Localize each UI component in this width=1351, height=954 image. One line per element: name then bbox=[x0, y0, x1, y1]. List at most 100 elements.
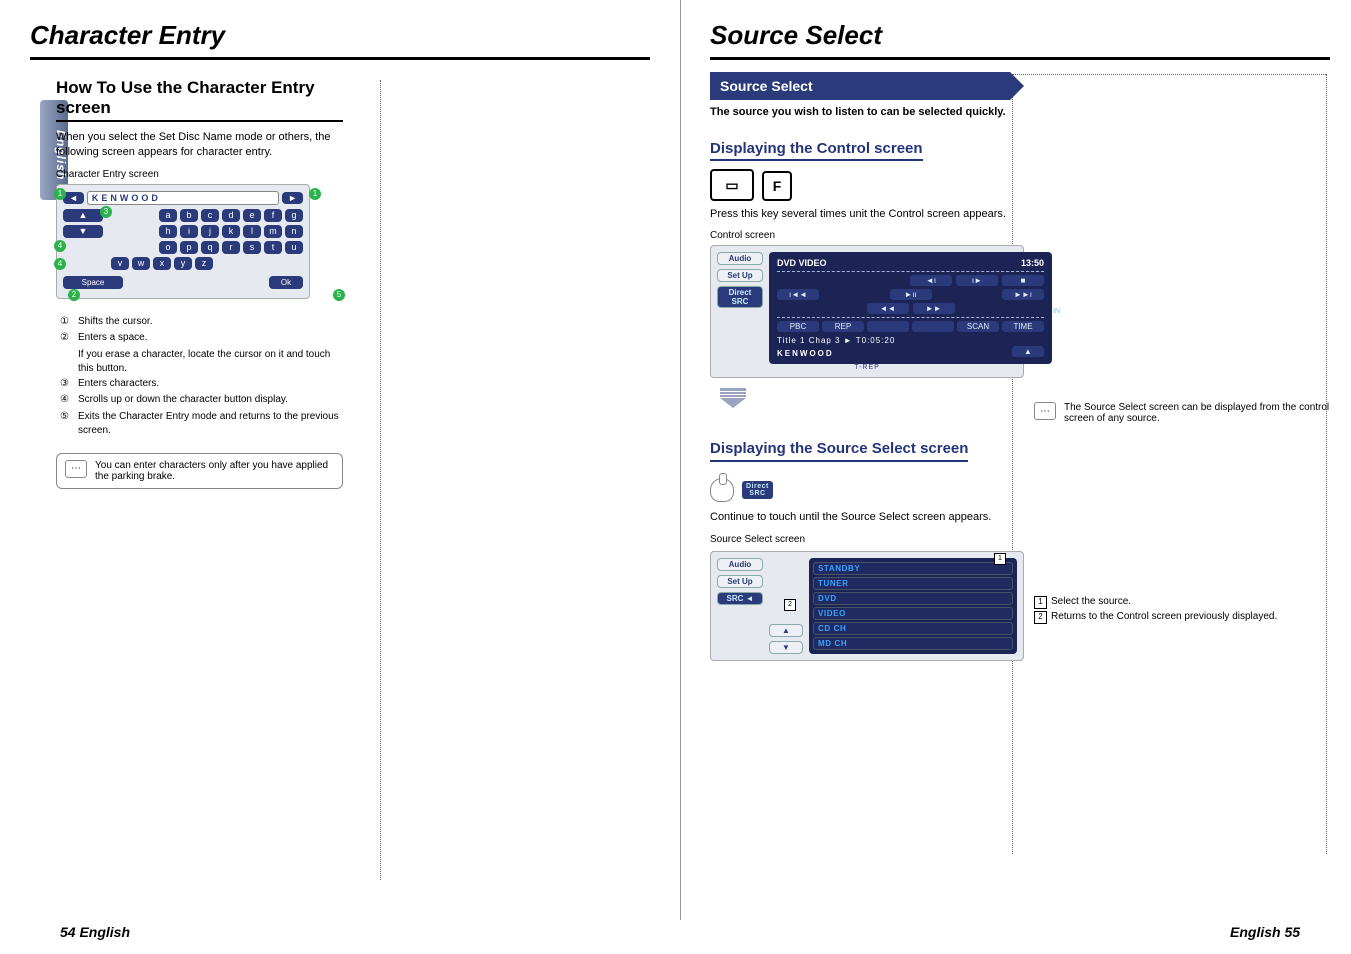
column-divider bbox=[380, 80, 381, 880]
legend-num: ④ bbox=[60, 393, 74, 408]
mode-chip[interactable]: PBC bbox=[777, 321, 819, 332]
title-rule bbox=[710, 57, 1330, 60]
ss-side-setup[interactable]: Set Up bbox=[717, 575, 763, 588]
mode-chip[interactable] bbox=[867, 321, 909, 332]
control-screen-figure: Audio Set Up Direct SRC DVD VIDEO 13:50 … bbox=[710, 245, 1024, 378]
char-key[interactable]: d bbox=[222, 209, 240, 222]
callout-badge-1: 1 bbox=[54, 188, 66, 200]
char-key[interactable]: l bbox=[243, 225, 261, 238]
char-key[interactable]: x bbox=[153, 257, 171, 270]
callout-badge-4: 4 bbox=[54, 240, 66, 252]
cursor-right-button[interactable]: ► bbox=[282, 192, 303, 204]
space-button[interactable]: Space bbox=[63, 276, 123, 289]
nav-down-button[interactable]: ▼ bbox=[769, 641, 803, 654]
direct-src-chip[interactable]: Direct SRC bbox=[742, 481, 773, 499]
ctrl-header-left: DVD VIDEO bbox=[777, 258, 827, 268]
source-item[interactable]: CD CH bbox=[813, 622, 1013, 635]
cursor-left-button[interactable]: ◄ bbox=[63, 192, 84, 204]
legend-num: ⑤ bbox=[60, 410, 74, 439]
char-key[interactable]: v bbox=[111, 257, 129, 270]
scroll-down-button[interactable]: ▼ bbox=[63, 225, 103, 238]
char-key[interactable]: g bbox=[285, 209, 303, 222]
source-select-caption: Source Select screen bbox=[710, 534, 1010, 545]
mode-chip[interactable] bbox=[912, 321, 954, 332]
callout-badge-3: 3 bbox=[100, 206, 112, 218]
legend-text: Scrolls up or down the character button … bbox=[78, 393, 288, 408]
char-key[interactable]: z bbox=[195, 257, 213, 270]
source-item[interactable]: MD CH bbox=[813, 637, 1013, 650]
transport-button[interactable]: ı► bbox=[956, 275, 998, 286]
ok-button[interactable]: Ok bbox=[269, 276, 303, 289]
ss-side-audio[interactable]: Audio bbox=[717, 558, 763, 571]
char-key[interactable]: h bbox=[159, 225, 177, 238]
character-entry-screen: ◄ KENWOOD ► ▲ ▼ a b c bbox=[56, 184, 310, 299]
footer-left: 54 English bbox=[60, 924, 130, 940]
transport-button[interactable]: ►ıı bbox=[890, 289, 932, 300]
ctrl-side-setup[interactable]: Set Up bbox=[717, 269, 763, 282]
page-title: Character Entry bbox=[30, 20, 650, 51]
nav-up-button[interactable]: ▲ bbox=[769, 624, 803, 637]
transport-button[interactable]: ◄ı bbox=[910, 275, 952, 286]
char-key[interactable]: n bbox=[285, 225, 303, 238]
ss-side-src[interactable]: SRC ◄ bbox=[717, 592, 763, 605]
column-divider bbox=[1326, 74, 1327, 854]
right-page-col2: ⋯ The Source Select screen can be displa… bbox=[1034, 72, 1330, 661]
mode-chip[interactable]: TIME bbox=[1002, 321, 1044, 332]
char-key[interactable]: w bbox=[132, 257, 150, 270]
char-key[interactable]: j bbox=[201, 225, 219, 238]
char-key[interactable]: q bbox=[201, 241, 219, 254]
transport-button[interactable]: ◄◄ bbox=[867, 303, 909, 314]
char-key[interactable]: m bbox=[264, 225, 282, 238]
legend-list: ①Shifts the cursor. ②Enters a space. If … bbox=[60, 315, 343, 439]
source-item[interactable]: VIDEO bbox=[813, 607, 1013, 620]
legend-num: ③ bbox=[60, 377, 74, 392]
entry-textfield[interactable]: KENWOOD bbox=[87, 191, 279, 205]
note-box: ⋯ You can enter characters only after yo… bbox=[56, 453, 343, 489]
char-key[interactable]: i bbox=[180, 225, 198, 238]
char-key[interactable]: s bbox=[243, 241, 261, 254]
char-key[interactable]: e bbox=[243, 209, 261, 222]
intro-paragraph: When you select the Set Disc Name mode o… bbox=[56, 130, 343, 161]
char-key[interactable]: r bbox=[222, 241, 240, 254]
up-button[interactable]: ▲ bbox=[1012, 346, 1044, 357]
char-key[interactable]: k bbox=[222, 225, 240, 238]
transport-button[interactable]: ı◄◄ bbox=[777, 289, 819, 300]
source-item[interactable]: STANDBY bbox=[813, 562, 1013, 575]
continue-text: Continue to touch until the Source Selec… bbox=[710, 510, 1010, 525]
legend-square: 1 bbox=[1034, 596, 1047, 609]
note-icon: ⋯ bbox=[65, 460, 87, 478]
callout-square-2: 2 bbox=[784, 599, 796, 611]
char-key[interactable]: c bbox=[201, 209, 219, 222]
column-divider bbox=[1012, 74, 1013, 854]
legend-text: Returns to the Control screen previously… bbox=[1051, 611, 1277, 622]
transport-button[interactable]: ►►ı bbox=[1002, 289, 1044, 300]
section-heading: How To Use the Character Entry screen bbox=[56, 78, 343, 118]
transport-button[interactable]: ►► bbox=[913, 303, 955, 314]
f-key-icon: F bbox=[762, 171, 792, 201]
ctrl-side-audio[interactable]: Audio bbox=[717, 252, 763, 265]
char-key[interactable]: b bbox=[180, 209, 198, 222]
direct-src-chip-top: Direct bbox=[746, 483, 769, 490]
mode-chip[interactable]: REP bbox=[822, 321, 864, 332]
source-item[interactable]: DVD bbox=[813, 592, 1013, 605]
right-legend: 1Select the source. 2Returns to the Cont… bbox=[1034, 594, 1330, 624]
char-key[interactable]: u bbox=[285, 241, 303, 254]
ctrl-side-directsrc[interactable]: Direct SRC bbox=[717, 286, 763, 308]
mode-chip[interactable]: SCAN bbox=[957, 321, 999, 332]
char-key[interactable]: t bbox=[264, 241, 282, 254]
scroll-up-button[interactable]: ▲ bbox=[63, 209, 103, 222]
right-page-col1: Source Select The source you wish to lis… bbox=[710, 72, 1010, 661]
callout-badge-4b: 4 bbox=[54, 258, 66, 270]
char-key[interactable]: p bbox=[180, 241, 198, 254]
transport-button[interactable]: ■ bbox=[1002, 275, 1044, 286]
char-key[interactable]: y bbox=[174, 257, 192, 270]
key-illustration: ▭ F bbox=[710, 169, 1010, 201]
char-key[interactable]: a bbox=[159, 209, 177, 222]
legend-num: ② bbox=[60, 331, 74, 346]
section-intro: The source you wish to listen to can be … bbox=[710, 106, 1010, 118]
char-key[interactable]: o bbox=[159, 241, 177, 254]
control-dark-area: DVD VIDEO 13:50 ◄ı ı► ■ ı◄◄ ►ıı ►►ı bbox=[769, 252, 1052, 364]
note-icon: ⋯ bbox=[1034, 402, 1056, 420]
char-key[interactable]: f bbox=[264, 209, 282, 222]
source-item[interactable]: TUNER bbox=[813, 577, 1013, 590]
